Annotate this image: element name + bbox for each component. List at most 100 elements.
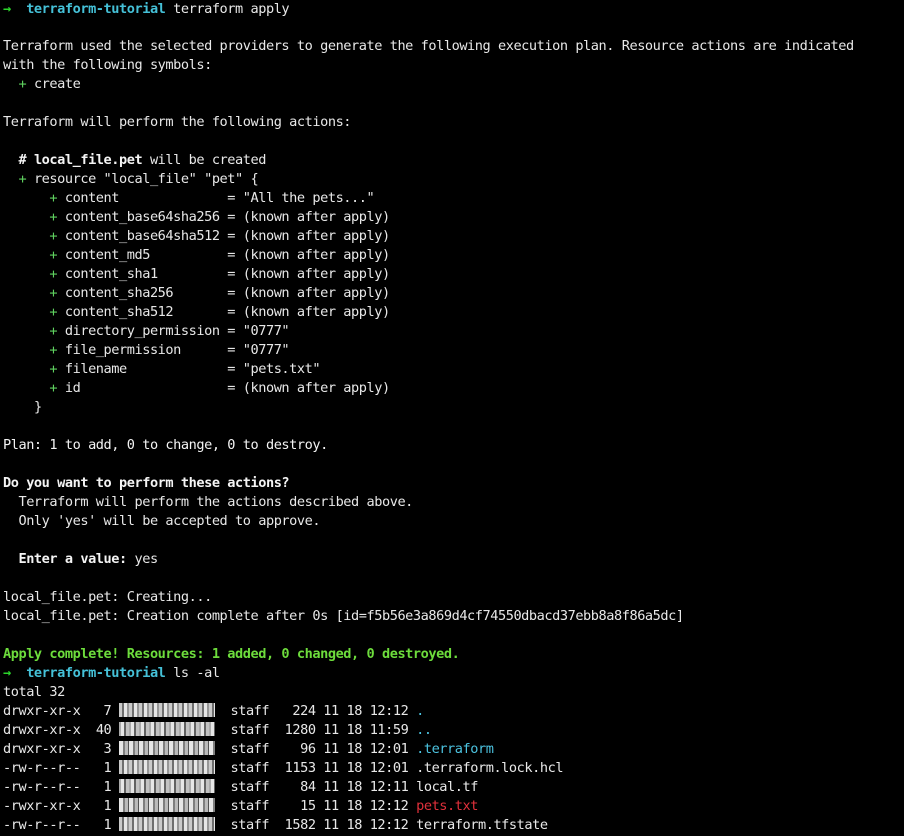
- plus-icon: +: [49, 323, 58, 339]
- modified-time: 12:11: [369, 779, 409, 795]
- modified-month: 11: [323, 741, 339, 757]
- actions-header: Terraform will perform the following act…: [3, 114, 352, 130]
- link-count: 1: [103, 817, 112, 833]
- prompt-arrow-icon: →: [3, 1, 11, 17]
- file-size: 1280: [284, 722, 316, 738]
- closing-brace-text: }: [33, 399, 42, 415]
- plus-icon: +: [49, 266, 58, 282]
- prompt-directory: terraform-tutorial: [26, 1, 166, 17]
- modified-month: 11: [323, 817, 339, 833]
- file-permissions: -rw-r--r--: [3, 817, 81, 833]
- attribute-name: filename: [64, 361, 220, 377]
- file-permissions: drwxr-xr-x: [3, 722, 81, 738]
- resource-attribute-row: + directory_permission = "0777": [49, 323, 290, 339]
- confirm-input-line[interactable]: Enter a value: yes: [3, 550, 158, 569]
- plus-icon: +: [18, 76, 27, 92]
- modified-day: 18: [346, 817, 363, 833]
- file-listing-row: drwxr-xr-x 40 staff 1280 11 18 11:59 ..: [3, 721, 432, 740]
- file-name: terraform.tfstate: [416, 817, 548, 833]
- command-apply: terraform apply: [173, 1, 290, 17]
- modified-month: 11: [323, 798, 339, 814]
- modified-time: 12:01: [369, 741, 409, 757]
- prompt-line-apply: → terraform-tutorial terraform apply: [3, 0, 290, 19]
- file-group: staff: [230, 798, 270, 814]
- modified-time: 11:59: [369, 722, 409, 738]
- plus-icon: +: [18, 171, 27, 187]
- file-group: staff: [230, 760, 270, 776]
- redacted-owner: [119, 703, 216, 717]
- listing-total: total 32: [3, 684, 65, 700]
- resource-address: local_file.pet: [33, 152, 143, 168]
- file-group: staff: [230, 703, 270, 719]
- file-name: local.tf: [416, 779, 478, 795]
- file-group: staff: [230, 741, 270, 757]
- link-count: 40: [95, 722, 112, 738]
- file-listing-row: -rw-r--r-- 1 staff 1582 11 18 12:12 terr…: [3, 816, 548, 835]
- modified-month: 11: [323, 703, 339, 719]
- attribute-name: content: [64, 190, 220, 206]
- attribute-value: (known after apply): [242, 209, 390, 225]
- file-size: 96: [300, 741, 316, 757]
- command-ls: ls -al: [173, 665, 220, 681]
- modified-day: 18: [346, 798, 363, 814]
- plus-icon: +: [49, 285, 58, 301]
- apply-complete-message: Apply complete! Resources: 1 added, 0 ch…: [3, 645, 460, 664]
- file-permissions: drwxr-xr-x: [3, 703, 81, 719]
- file-listing-row: -rw-r--r-- 1 staff 84 11 18 12:11 local.…: [3, 778, 478, 797]
- confirm-question-text: Do you want to perform these actions?: [3, 475, 290, 491]
- symbol-legend: + create: [3, 75, 80, 94]
- attribute-value: (known after apply): [242, 247, 390, 263]
- redacted-owner: [119, 741, 216, 755]
- confirm-detail-2: Only 'yes' will be accepted to approve.: [3, 512, 320, 531]
- input-label: Enter a value:: [18, 551, 127, 567]
- resource-attribute-row: + content = "All the pets...": [49, 190, 375, 206]
- attribute-name: id: [64, 380, 220, 396]
- modified-month: 11: [323, 779, 339, 795]
- attribute-value: "0777": [242, 342, 290, 358]
- resource-attribute-row: + content_sha1 = (known after apply): [49, 266, 390, 282]
- resource-declaration: + resource "local_file" "pet" {: [3, 170, 258, 189]
- plus-icon: +: [49, 304, 58, 320]
- file-name: .: [416, 703, 424, 719]
- plus-icon: +: [49, 228, 58, 244]
- resource-attribute-row: + content_sha256 = (known after apply): [49, 285, 390, 301]
- plan-intro-line-1: Terraform used the selected providers to…: [3, 38, 854, 54]
- attribute-value: (known after apply): [242, 380, 390, 396]
- attribute-name: file_permission: [64, 342, 220, 358]
- modified-time: 12:01: [369, 760, 409, 776]
- file-permissions: drwxr-xr-x: [3, 741, 81, 757]
- redacted-owner: [119, 779, 216, 793]
- attribute-name: content_base64sha512: [64, 228, 220, 244]
- link-count: 7: [103, 703, 112, 719]
- modified-time: 12:12: [369, 798, 409, 814]
- resource-attribute-row: + content_sha512 = (known after apply): [49, 304, 390, 320]
- file-size: 84: [300, 779, 316, 795]
- file-name: .terraform: [416, 741, 494, 757]
- link-count: 1: [103, 779, 112, 795]
- attribute-value: "pets.txt": [242, 361, 321, 377]
- plan-intro-line-2: with the following symbols:: [3, 57, 212, 73]
- confirm-detail-1-text: Terraform will perform the actions descr…: [18, 494, 413, 510]
- plus-icon: +: [49, 342, 58, 358]
- symbol-label: create: [33, 76, 81, 92]
- file-listing-row: -rwxr-xr-x 1 staff 15 11 18 12:12 pets.t…: [3, 797, 478, 816]
- attribute-name: content_base64sha256: [64, 209, 220, 225]
- input-value[interactable]: yes: [134, 551, 158, 567]
- link-count: 1: [103, 798, 112, 814]
- resource-attribute-row: + id = (known after apply): [49, 380, 390, 396]
- closing-brace: }: [3, 398, 42, 417]
- plus-icon: +: [49, 380, 58, 396]
- confirm-question: Do you want to perform these actions?: [3, 474, 290, 493]
- file-name: ..: [416, 722, 432, 738]
- attribute-name: content_sha256: [64, 285, 220, 301]
- modified-month: 11: [323, 760, 339, 776]
- file-size: 224: [292, 703, 316, 719]
- apply-complete-text: Apply complete! Resources: 1 added, 0 ch…: [3, 646, 460, 662]
- redacted-owner: [119, 722, 216, 736]
- resource-attribute-row: + content_base64sha512 = (known after ap…: [49, 228, 390, 244]
- attribute-name: content_sha1: [64, 266, 220, 282]
- attribute-value: (known after apply): [242, 228, 390, 244]
- terminal-window[interactable]: → terraform-tutorial terraform apply Ter…: [0, 0, 904, 836]
- comment-hash: #: [18, 152, 27, 168]
- file-name: .terraform.lock.hcl: [416, 760, 564, 776]
